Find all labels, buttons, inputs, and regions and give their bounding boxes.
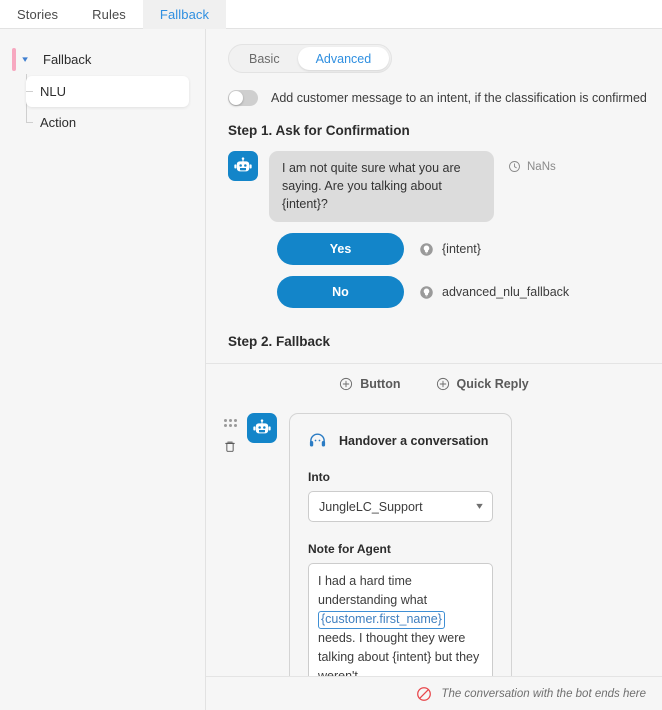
step1-title: Step 1. Ask for Confirmation bbox=[228, 123, 410, 138]
handover-card: Handover a conversation Into JungleLC_Su… bbox=[289, 413, 512, 710]
sidebar-tree-children: NLU Action bbox=[0, 74, 205, 138]
answer-button-no[interactable]: No bbox=[277, 276, 404, 309]
handover-card-title: Handover a conversation bbox=[339, 433, 489, 448]
sidebar-item-label-nlu: NLU bbox=[40, 84, 67, 99]
tab-advanced[interactable]: Advanced bbox=[297, 47, 390, 70]
note-field-label: Note for Agent bbox=[308, 542, 391, 557]
answer-intent-yes: {intent} bbox=[419, 242, 481, 257]
answer-intent-no: advanced_nlu_fallback bbox=[419, 285, 569, 300]
bot-message-row: I am not quite sure what you are saying.… bbox=[228, 151, 662, 223]
sidebar-item-action[interactable]: Action bbox=[26, 107, 205, 138]
chevron-down-icon[interactable]: ▾ bbox=[22, 54, 40, 65]
headset-icon bbox=[308, 431, 327, 450]
plus-circle-icon bbox=[436, 377, 450, 391]
card-bot-avatar bbox=[247, 413, 277, 444]
answer-intent-label-no: advanced_nlu_fallback bbox=[442, 285, 570, 300]
answer-intent-label-yes: {intent} bbox=[442, 242, 481, 257]
add-actions-row: Button Quick Reply bbox=[206, 377, 662, 391]
clock-icon bbox=[508, 160, 521, 173]
note-variable-token[interactable]: {customer.first_name} bbox=[318, 611, 445, 629]
lightbulb-icon bbox=[419, 285, 434, 300]
into-select[interactable]: JungleLC_Support ▾ bbox=[308, 491, 493, 523]
bottom-status-text: The conversation with the bot ends here bbox=[441, 687, 646, 700]
add-quick-reply-label: Quick Reply bbox=[456, 377, 529, 392]
tree-tick bbox=[26, 91, 33, 92]
mode-segmented-control: Basic Advanced bbox=[228, 44, 393, 73]
add-message-toggle[interactable] bbox=[228, 90, 258, 106]
top-tab-bar: Stories Rules Fallback bbox=[0, 0, 662, 29]
add-message-toggle-label: Add customer message to an intent, if th… bbox=[271, 91, 647, 105]
sidebar-item-nlu[interactable]: NLU bbox=[26, 76, 189, 107]
active-marker bbox=[12, 48, 16, 71]
note-text-part1: I had a hard time understanding what bbox=[318, 574, 428, 608]
handover-block: Handover a conversation Into JungleLC_Su… bbox=[216, 413, 662, 710]
sidebar-root-label: Fallback bbox=[43, 51, 92, 67]
add-quick-reply-action[interactable]: Quick Reply bbox=[436, 377, 529, 391]
no-entry-icon bbox=[416, 686, 432, 702]
chevron-down-icon: ▾ bbox=[476, 501, 483, 513]
lightbulb-icon bbox=[419, 242, 434, 257]
drag-handle-icon[interactable] bbox=[223, 419, 237, 428]
sidebar: ▾ Fallback NLU Action bbox=[0, 29, 206, 710]
bot-avatar bbox=[228, 151, 258, 181]
section-divider bbox=[206, 363, 662, 365]
handover-card-header: Handover a conversation bbox=[308, 431, 493, 450]
tree-tick bbox=[26, 122, 33, 123]
answer-button-yes[interactable]: Yes bbox=[277, 233, 404, 266]
sidebar-item-label-action: Action bbox=[40, 115, 77, 130]
main-panel: Basic Advanced Add customer message to a… bbox=[206, 29, 662, 710]
bottom-status-bar: The conversation with the bot ends here bbox=[206, 676, 662, 710]
tab-stories[interactable]: Stories bbox=[0, 0, 75, 29]
into-select-value: JungleLC_Support bbox=[319, 499, 423, 514]
add-button-action[interactable]: Button bbox=[339, 377, 401, 392]
bot-message-bubble: I am not quite sure what you are saying.… bbox=[269, 151, 494, 223]
tab-basic[interactable]: Basic bbox=[231, 47, 298, 70]
sidebar-tree-root-fallback[interactable]: ▾ Fallback bbox=[0, 46, 205, 72]
message-timing: NaNs bbox=[508, 160, 556, 173]
answer-row-yes: Yes {intent} bbox=[277, 233, 662, 266]
into-field-label: Into bbox=[308, 470, 330, 485]
toggle-knob bbox=[229, 91, 243, 105]
plus-circle-icon bbox=[339, 377, 353, 391]
trash-icon[interactable] bbox=[223, 439, 237, 454]
app-root: Stories Rules Fallback ▾ Fallback NLU Ac… bbox=[0, 0, 662, 710]
add-button-label: Button bbox=[360, 377, 401, 392]
step2-title: Step 2. Fallback bbox=[228, 334, 331, 350]
tab-fallback[interactable]: Fallback bbox=[142, 0, 227, 29]
answer-row-no: No advanced_nlu_fallback bbox=[277, 276, 662, 309]
message-timing-label: NaNs bbox=[527, 160, 556, 173]
card-side-tools bbox=[216, 413, 244, 710]
add-message-toggle-row: Add customer message to an intent, if th… bbox=[228, 90, 662, 106]
tab-rules[interactable]: Rules bbox=[75, 0, 143, 29]
